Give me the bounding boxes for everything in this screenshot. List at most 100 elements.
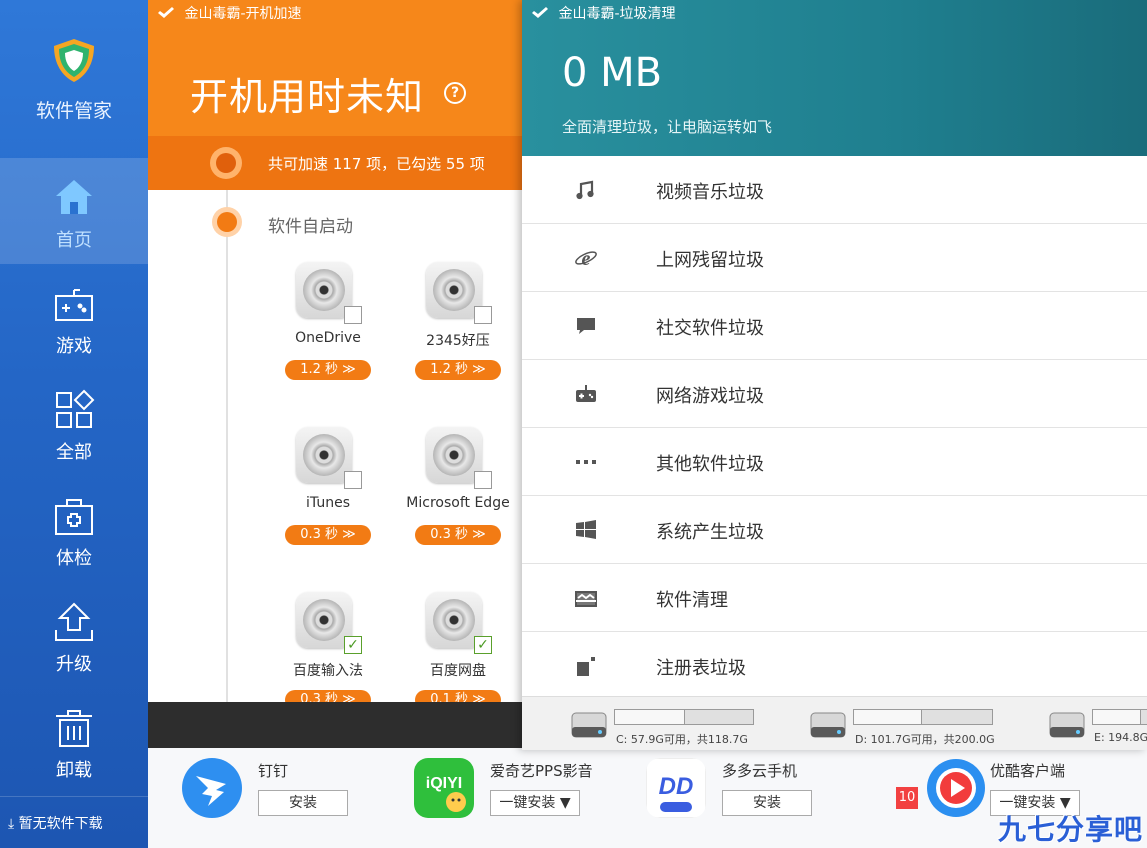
startup-time-pill[interactable]: 0.3 秒 ≫ bbox=[415, 525, 501, 545]
app-title: 爱奇艺PPS影音 bbox=[490, 762, 593, 780]
startup-item[interactable]: Microsoft Edge 0.3 秒 ≫ bbox=[398, 427, 518, 567]
app-logo-area: 软件管家 bbox=[0, 0, 148, 158]
sidebar-item-label: 首页 bbox=[56, 230, 92, 251]
registry-icon bbox=[577, 657, 595, 676]
duba-logo-icon bbox=[158, 7, 174, 18]
junk-category[interactable]: e 上网残留垃圾 bbox=[522, 224, 1147, 292]
startup-item-name: OneDrive bbox=[295, 330, 361, 346]
junk-category-label: 网络游戏垃圾 bbox=[656, 386, 764, 407]
drive-info: C: 57.9G可用，共118.7G bbox=[616, 733, 748, 746]
junk-category[interactable]: 社交软件垃圾 bbox=[522, 292, 1147, 360]
sidebar-item-uninstall[interactable]: 卸载 bbox=[0, 688, 148, 794]
hard-drive-icon bbox=[810, 712, 846, 738]
startup-time-pill[interactable]: 1.2 秒 ≫ bbox=[415, 360, 501, 380]
drive-usage-bar bbox=[1092, 709, 1147, 725]
timeline-line bbox=[226, 190, 228, 702]
gamepad-icon bbox=[55, 289, 93, 321]
svg-text:DD: DD bbox=[659, 773, 694, 800]
item-checkbox[interactable] bbox=[474, 306, 492, 324]
item-checkbox[interactable] bbox=[474, 471, 492, 489]
startup-item[interactable]: iTunes 0.3 秒 ≫ bbox=[268, 427, 388, 567]
sidebar-item-label: 体检 bbox=[56, 548, 92, 569]
junk-category-label: 社交软件垃圾 bbox=[656, 318, 764, 339]
sidebar-item-games[interactable]: 游戏 bbox=[0, 264, 148, 370]
junk-category-label: 其他软件垃圾 bbox=[656, 454, 764, 475]
hard-drive-icon bbox=[571, 712, 607, 738]
junk-subtitle: 全面清理垃圾，让电脑运转如飞 bbox=[562, 118, 773, 136]
help-icon[interactable]: ? bbox=[444, 82, 466, 104]
upload-arrow-icon bbox=[55, 602, 93, 641]
junk-category-label: 系统产生垃圾 bbox=[656, 522, 764, 543]
sidebar-item-checkup[interactable]: 体检 bbox=[0, 476, 148, 582]
boost-summary: 共可加速 117 项，已勾选 55 项 bbox=[268, 155, 485, 173]
junk-category[interactable]: 注册表垃圾 bbox=[522, 632, 1147, 700]
drive-usage-fill bbox=[1093, 710, 1142, 724]
software-box-icon bbox=[575, 591, 597, 607]
app-name: 软件管家 bbox=[35, 100, 112, 122]
drive-e: E: 194.8G bbox=[1048, 705, 1147, 747]
svg-text:e: e bbox=[582, 248, 591, 270]
drive-info: D: 101.7G可用，共200.0G bbox=[855, 733, 995, 746]
boost-header: 金山毒霸-开机加速 开机用时未知 ? bbox=[148, 0, 522, 136]
hard-drive-icon bbox=[1049, 712, 1085, 738]
drive-c: C: 57.9G可用，共118.7G bbox=[570, 705, 800, 747]
item-checkbox[interactable] bbox=[344, 306, 362, 324]
startup-time-pill[interactable]: 0.3 秒 ≫ bbox=[285, 525, 371, 545]
startup-item-name: 2345好压 bbox=[426, 333, 490, 349]
download-icon: ⤓ bbox=[8, 816, 15, 832]
startup-item[interactable]: 2345好压 1.2 秒 ≫ bbox=[398, 262, 518, 402]
boost-summary-bar: 共可加速 117 项，已勾选 55 项 bbox=[148, 136, 522, 190]
youku-icon bbox=[927, 759, 985, 817]
sidebar-item-label: 升级 bbox=[56, 654, 92, 675]
junk-category[interactable]: 视频音乐垃圾 bbox=[522, 156, 1147, 224]
sidebar: 软件管家 首页 游戏 全部 体检 升级 卸载 ⤓ 暂无软件下载 bbox=[0, 0, 148, 848]
startup-item-name: iTunes bbox=[306, 495, 350, 511]
junk-cleanup-window: 金山毒霸-垃圾清理 0 MB 全面清理垃圾，让电脑运转如飞 视频音乐垃圾 e 上… bbox=[522, 0, 1147, 750]
medical-kit-icon bbox=[55, 499, 93, 535]
music-note-icon bbox=[576, 180, 594, 200]
window-title: 金山毒霸-垃圾清理 bbox=[532, 3, 676, 23]
drive-usage-fill bbox=[615, 710, 686, 724]
junk-category-label: 注册表垃圾 bbox=[656, 658, 746, 679]
junk-category-label: 软件清理 bbox=[656, 590, 728, 611]
boost-footer bbox=[148, 702, 522, 748]
sidebar-item-upgrade[interactable]: 升级 bbox=[0, 582, 148, 688]
item-checkbox[interactable] bbox=[344, 471, 362, 489]
item-checkbox-checked[interactable]: ✓ bbox=[344, 636, 362, 654]
app-title: 优酷客户端 bbox=[990, 762, 1066, 780]
startup-time-pill[interactable]: 1.2 秒 ≫ bbox=[285, 360, 371, 380]
startup-item[interactable]: OneDrive 1.2 秒 ≫ bbox=[268, 262, 388, 402]
item-checkbox-checked[interactable]: ✓ bbox=[474, 636, 492, 654]
download-status[interactable]: ⤓ 暂无软件下载 bbox=[0, 796, 148, 848]
boot-speedup-window: 金山毒霸-开机加速 开机用时未知 ? 共可加速 117 项，已勾选 55 项 软… bbox=[148, 0, 522, 748]
startup-section-icon bbox=[212, 207, 242, 237]
sidebar-item-label: 卸载 bbox=[56, 760, 92, 781]
disk-usage-bar: C: 57.9G可用，共118.7G D: 101.7G可用，共200.0G E… bbox=[522, 696, 1147, 750]
junk-category[interactable]: 系统产生垃圾 bbox=[522, 496, 1147, 564]
junk-category[interactable]: 网络游戏垃圾 bbox=[522, 360, 1147, 428]
sidebar-item-all[interactable]: 全部 bbox=[0, 370, 148, 476]
junk-category[interactable]: 其他软件垃圾 bbox=[522, 428, 1147, 496]
iqiyi-icon: iQIYI bbox=[414, 758, 474, 818]
dingtalk-icon bbox=[182, 758, 242, 818]
junk-category[interactable]: 软件清理 bbox=[522, 564, 1147, 632]
window-title-text: 金山毒霸-垃圾清理 bbox=[558, 6, 676, 22]
window-title: 金山毒霸-开机加速 bbox=[158, 3, 302, 23]
one-click-install-button[interactable]: 一键安装 ▼ bbox=[490, 790, 580, 816]
game-controller-icon bbox=[576, 385, 596, 402]
duoduo-cloud-icon: DD bbox=[646, 758, 706, 818]
startup-item-name: Microsoft Edge bbox=[406, 495, 510, 511]
junk-category-label: 上网残留垃圾 bbox=[656, 250, 764, 271]
shield-logo-icon bbox=[54, 39, 94, 82]
chat-bubble-icon bbox=[577, 318, 595, 334]
watermark: 九七分享吧 bbox=[998, 813, 1144, 846]
install-button[interactable]: 安装 bbox=[258, 790, 348, 816]
drive-usage-fill bbox=[854, 710, 922, 724]
sidebar-item-home[interactable]: 首页 bbox=[0, 158, 148, 264]
ie-browser-icon: e bbox=[575, 248, 597, 270]
install-button[interactable]: 安装 bbox=[722, 790, 812, 816]
drive-info: E: 194.8G bbox=[1094, 731, 1147, 744]
drive-usage-bar bbox=[853, 709, 993, 725]
startup-item-name: 百度输入法 bbox=[293, 663, 363, 679]
app-title: 多多云手机 bbox=[722, 762, 798, 780]
